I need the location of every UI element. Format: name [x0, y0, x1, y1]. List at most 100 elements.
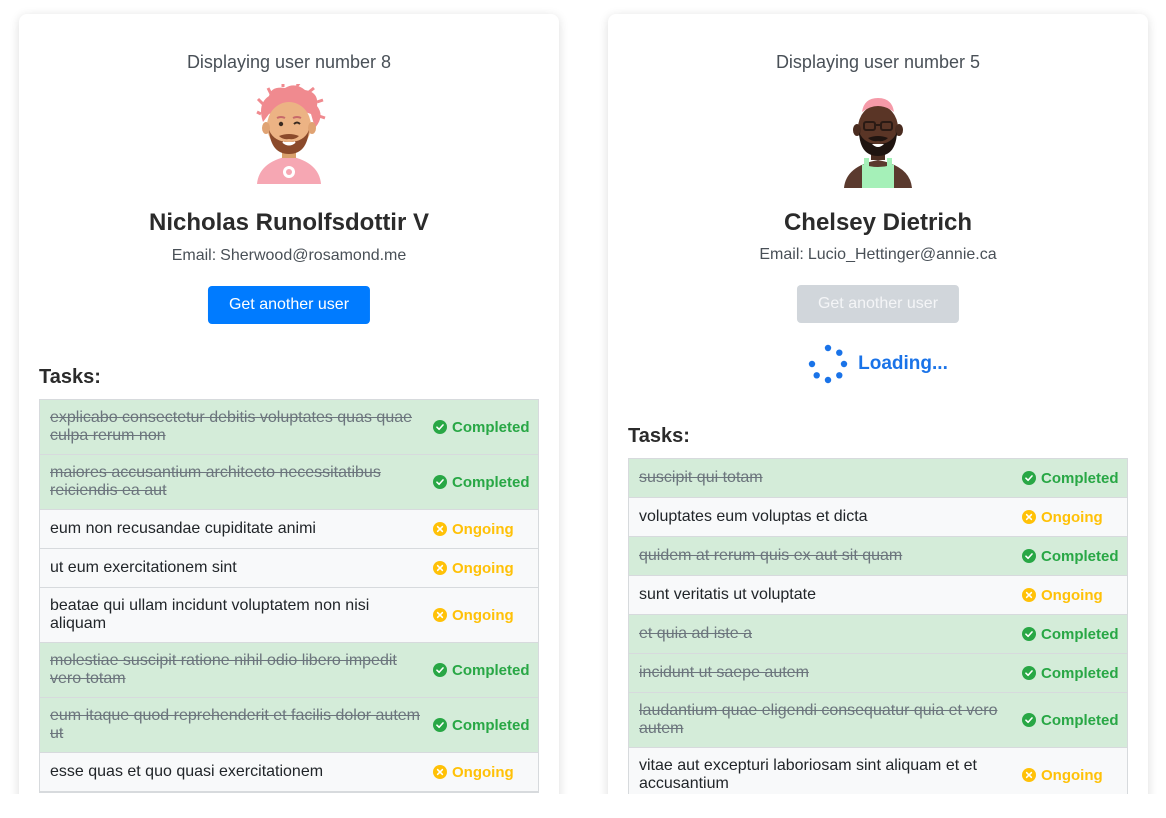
task-row: ut eum exercitationem sint Ongoing [40, 549, 538, 588]
task-title: molestiae suscipit ratione nihil odio li… [50, 652, 397, 687]
check-circle-icon [1022, 666, 1036, 680]
tasks-heading: Tasks: [628, 425, 690, 447]
user-email: Email: Sherwood@rosamond.me [19, 247, 559, 265]
check-circle-icon [1022, 627, 1036, 641]
user-card: Displaying user number 8 Nicholas Runolf… [19, 14, 559, 794]
check-circle-icon [1022, 471, 1036, 485]
task-status: Completed [433, 661, 530, 679]
task-row: voluptates eum voluptas et dicta Ongoing [629, 498, 1127, 537]
task-status-label: Ongoing [452, 559, 514, 577]
get-another-user-button[interactable]: Get another user [207, 286, 371, 324]
x-circle-icon [433, 561, 447, 575]
task-status-label: Completed [452, 716, 530, 734]
task-status-label: Completed [1041, 547, 1119, 565]
task-title: incidunt ut saepe autem [639, 664, 809, 681]
task-title: et quia ad iste a [639, 625, 752, 642]
loading-text: Loading... [858, 353, 948, 374]
displaying-user-number: Displaying user number 5 [775, 52, 981, 72]
displaying-user-number: Displaying user number 8 [186, 52, 392, 72]
task-row: beatae qui ullam incidunt voluptatem non… [40, 588, 538, 643]
check-circle-icon [433, 420, 447, 434]
task-status-label: Completed [452, 473, 530, 491]
user-card: Displaying user number 5 Chelsey Dietric… [608, 14, 1148, 794]
task-status: Completed [1022, 711, 1119, 729]
task-status: Ongoing [1022, 509, 1117, 526]
task-status: Completed [433, 419, 530, 436]
task-row: eum itaque quod reprehenderit et facilis… [40, 698, 538, 753]
user-avatar [838, 88, 918, 188]
avatar-image [844, 98, 912, 188]
spinner-icon [808, 344, 848, 384]
user-email: Email: Lucio_Hettinger@annie.ca [608, 246, 1148, 264]
task-status: Completed [433, 716, 530, 734]
task-title: esse quas et quo quasi exercitationem [50, 763, 324, 780]
task-title: quidem at rerum quis ex aut sit quam [639, 547, 903, 564]
get-another-user-button[interactable]: Get another user [796, 285, 960, 323]
avatar-image [256, 81, 326, 184]
task-status: Completed [1022, 625, 1119, 643]
task-title: eum itaque quod reprehenderit et facilis… [50, 707, 420, 742]
tasks-list: suscipit qui totam Completed voluptates eu… [628, 458, 1128, 794]
check-circle-icon [433, 718, 447, 732]
task-title: explicabo consectetur debitis voluptates… [50, 409, 413, 444]
email-label: Email: [171, 247, 217, 264]
task-status: Completed [433, 473, 530, 491]
task-status: Ongoing [433, 560, 528, 577]
x-circle-icon [433, 522, 447, 536]
task-status-label: Completed [1041, 711, 1119, 729]
task-row: molestiae suscipit ratione nihil odio li… [40, 643, 538, 698]
task-status-label: Completed [1041, 664, 1119, 682]
task-status: Completed [1022, 469, 1119, 487]
task-status: Ongoing [1022, 767, 1117, 784]
task-status-label: Ongoing [1041, 508, 1103, 526]
task-row: quidem at rerum quis ex aut sit quam Comp… [629, 537, 1127, 576]
task-status-label: Ongoing [452, 520, 514, 538]
check-circle-icon [433, 663, 447, 677]
tasks-list: explicabo consectetur debitis voluptates… [39, 399, 539, 793]
task-row: suscipit qui totam Completed [629, 459, 1127, 498]
loading-indicator: Loading... [608, 344, 1148, 384]
check-circle-icon [1022, 549, 1036, 563]
app-viewport: Displaying user number 8 Nicholas Runolf… [0, 0, 1166, 794]
x-circle-icon [1022, 510, 1036, 524]
email-label: Email: [759, 246, 804, 263]
user-avatar [249, 81, 329, 184]
task-title: maiores accusantium architecto necessita… [50, 464, 381, 499]
task-title: sunt veritatis ut voluptate [639, 586, 816, 603]
task-row: vitae aut excepturi laboriosam sint aliq… [629, 748, 1127, 794]
task-status: Ongoing [1022, 587, 1117, 604]
task-status-label: Completed [1041, 469, 1119, 487]
task-row: maiores accusantium architecto necessita… [40, 455, 538, 510]
task-row: laudantium quae eligendi consequatur qui… [629, 693, 1127, 748]
tasks-heading: Tasks: [39, 366, 101, 388]
user-name: Nicholas Runolfsdottir V [148, 209, 429, 236]
task-status: Completed [1022, 547, 1119, 565]
email-value: Sherwood@rosamond.me [220, 247, 407, 264]
task-row: eum non recusandae cupiditate animi Ongoi… [40, 510, 538, 549]
email-value: Lucio_Hettinger@annie.ca [807, 246, 997, 263]
task-row: esse quas et quo quasi exercitationem Ong… [40, 753, 538, 792]
check-circle-icon [1022, 713, 1036, 727]
x-circle-icon [1022, 588, 1036, 602]
task-status-label: Ongoing [452, 606, 514, 624]
x-circle-icon [433, 765, 447, 779]
task-status-label: Completed [452, 661, 530, 679]
task-title: suscipit qui totam [639, 469, 763, 486]
task-status: Ongoing [433, 521, 528, 538]
task-title: laudantium quae eligendi consequatur qui… [639, 702, 998, 737]
task-row: explicabo consectetur debitis voluptates… [40, 400, 538, 455]
task-status-label: Ongoing [1041, 586, 1103, 604]
task-row: incidunt ut saepe autem Completed [629, 654, 1127, 693]
task-status: Ongoing [433, 764, 528, 781]
task-title: vitae aut excepturi laboriosam sint aliq… [639, 757, 977, 792]
task-title: voluptates eum voluptas et dicta [639, 508, 868, 525]
user-name: Chelsey Dietrich [783, 209, 973, 236]
task-status: Ongoing [433, 607, 528, 624]
task-title: beatae qui ullam incidunt voluptatem non… [50, 597, 370, 632]
task-status-label: Ongoing [452, 763, 514, 781]
task-status: Completed [1022, 664, 1119, 682]
task-title: ut eum exercitationem sint [50, 559, 237, 576]
task-row: sunt veritatis ut voluptate Ongoing [629, 576, 1127, 615]
task-status-label: Completed [1041, 625, 1119, 643]
task-status-label: Ongoing [1041, 766, 1103, 784]
